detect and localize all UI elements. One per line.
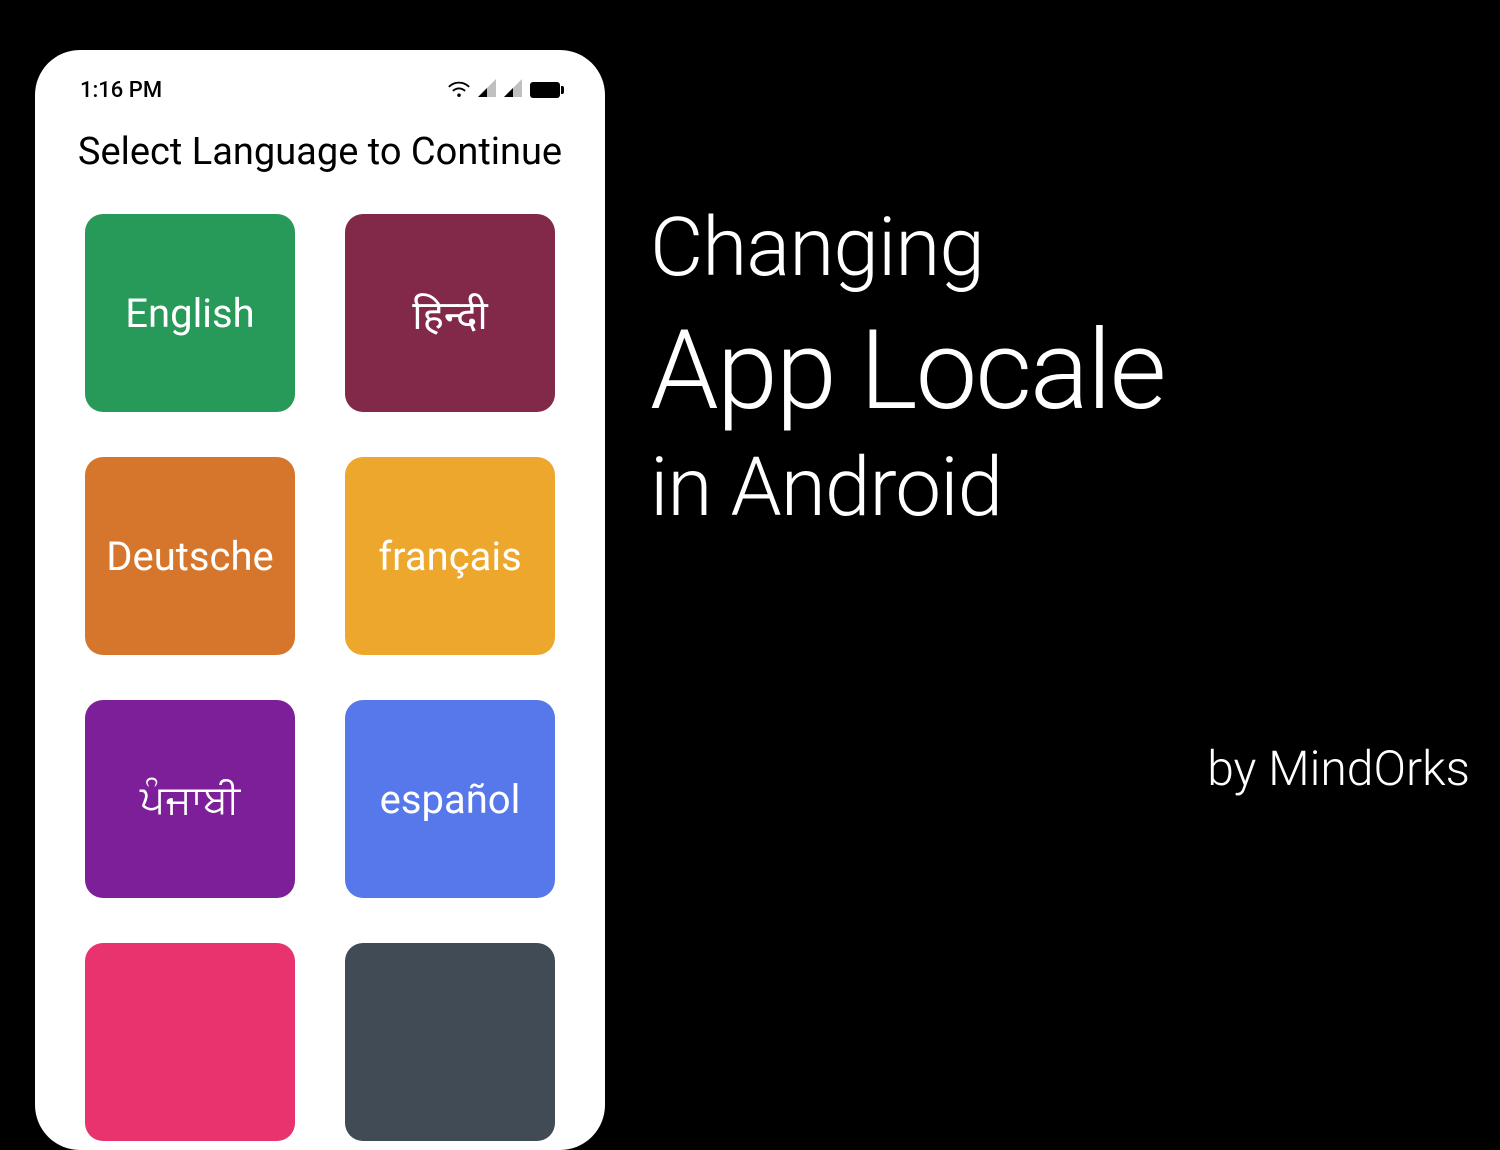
language-tile-francais[interactable]: français [345,457,555,655]
page-title: Select Language to Continue [50,110,590,204]
language-tile-hindi[interactable]: हिन्दी [345,214,555,412]
status-bar: 1:16 PM [50,65,590,110]
tile-label: English [125,290,254,337]
headline-line1: Changing [650,200,1165,296]
tile-label: Deutsche [106,533,273,580]
headline: Changing App Locale in Android [650,200,1165,536]
tile-label: français [378,533,522,580]
tile-label: español [380,776,521,823]
language-tile-deutsche[interactable]: Deutsche [85,457,295,655]
signal-icon-2 [504,79,522,101]
language-tiles-grid: English हिन्दी Deutsche français ਪੰਜਾਬੀ … [50,204,590,1150]
status-time: 1:16 PM [80,78,162,103]
tile-label: ਪੰਜਾਬੀ [140,776,240,823]
headline-line3: in Android [650,440,1165,536]
tile-label: हिन्दी [412,286,488,341]
wifi-icon [448,79,470,101]
status-icons [448,79,560,101]
byline: by MindOrks [1207,740,1470,797]
language-tile-dark[interactable] [345,943,555,1141]
headline-line2: App Locale [650,306,1165,435]
language-tile-espanol[interactable]: español [345,700,555,898]
phone-mockup: 1:16 PM Select Language [35,50,605,1150]
battery-icon [530,82,560,98]
language-tile-punjabi[interactable]: ਪੰਜਾਬੀ [85,700,295,898]
signal-icon [478,79,496,101]
language-tile-pink[interactable] [85,943,295,1141]
language-tile-english[interactable]: English [85,214,295,412]
